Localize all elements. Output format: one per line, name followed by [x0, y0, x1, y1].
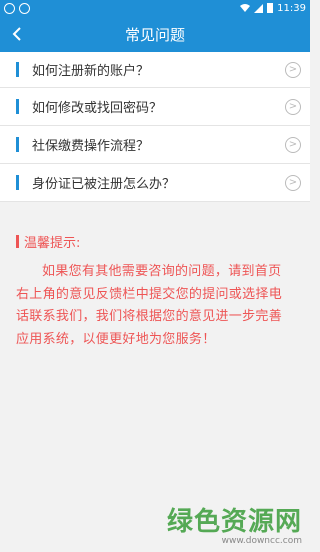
status-bar: 11:39	[0, 0, 310, 16]
faq-list: 如何注册新的账户？ > 如何修改或找回密码？ > 社保缴费操作流程？ > 身份证…	[0, 52, 310, 202]
tips-marker	[16, 235, 19, 248]
faq-item-idcard[interactable]: 身份证已被注册怎么办？ >	[0, 164, 310, 202]
status-time: 11:39	[277, 2, 306, 14]
faq-label: 身份证已被注册怎么办？	[32, 177, 176, 192]
faq-item-payment[interactable]: 社保缴费操作流程？ >	[0, 126, 310, 164]
notification-icon	[19, 2, 30, 14]
tips-title: 温馨提示:	[24, 236, 81, 251]
chevron-right-icon: >	[285, 98, 301, 115]
faq-marker	[16, 99, 19, 114]
chevron-right-icon: >	[285, 174, 301, 191]
faq-item-password[interactable]: 如何修改或找回密码？ >	[0, 88, 310, 126]
faq-label: 如何修改或找回密码？	[32, 101, 163, 116]
notification-icon	[4, 2, 15, 14]
page-title: 常见问题	[124, 25, 185, 44]
back-button[interactable]	[0, 16, 34, 52]
faq-item-register[interactable]: 如何注册新的账户？ >	[0, 52, 310, 88]
faq-marker	[16, 62, 19, 77]
faq-marker	[16, 137, 19, 152]
watermark: 绿色资源网 www.downcc.com	[167, 501, 302, 546]
signal-icon	[254, 3, 264, 13]
app-bar: 常见问题	[0, 16, 310, 52]
watermark-name: 绿色资源网	[166, 507, 302, 537]
faq-marker	[16, 175, 19, 190]
tips-body: 如果您有其他需要咨询的问题，请到首页右上角的意见反馈栏中提交您的提问或选择电话联…	[16, 264, 283, 347]
back-arrow-icon	[12, 27, 21, 41]
chevron-right-icon: >	[285, 61, 301, 78]
faq-label: 如何注册新的账户？	[32, 64, 150, 79]
tips-section: 温馨提示: 如果您有其他需要咨询的问题，请到首页右上角的意见反馈栏中提交您的提问…	[0, 202, 310, 351]
faq-label: 社保缴费操作流程？	[32, 139, 150, 154]
chevron-right-icon: >	[285, 136, 301, 153]
battery-icon	[267, 3, 274, 13]
wifi-icon	[240, 4, 251, 12]
